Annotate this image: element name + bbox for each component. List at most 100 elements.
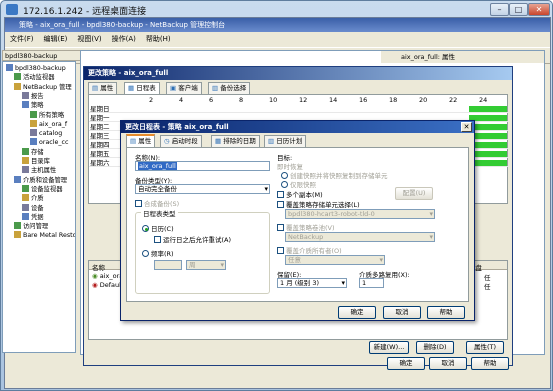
policy-help-button[interactable]: 帮助 [471,357,509,370]
tab-schedules[interactable]: ▦ 日程表 [124,82,160,94]
day-label: 星期二 [90,123,110,131]
change-schedule-dialog: 更改日程表 - 策略 aix_ora_full ✕ ▤ 属性 ◷ 启动时段 ▦ … [120,120,475,321]
tab-backup-selections[interactable]: ▥ 备份选择 [208,82,251,94]
tree-item[interactable]: 活动监视器 [14,73,54,82]
storage-unit-select[interactable]: bpdl380-hcart3-robot-tld-0 [285,209,435,219]
frequency-unit-select[interactable]: 周 [186,260,226,270]
tab-exclude-dates[interactable]: ▦ 排除的日期 [211,135,260,147]
retention-select[interactable]: 1 月 (级别 3) [277,278,347,288]
tree-item-label: 策略 [31,102,44,110]
tree-node-icon [14,82,21,90]
multiple-copies-checkbox[interactable]: 多个副本(M) [277,189,323,199]
tree-item[interactable]: 凭据 [22,212,44,222]
policy-cancel-button[interactable]: 取消 [429,357,467,370]
override-media-owner-checkbox[interactable]: 覆盖介质所有者(O) [277,245,342,255]
tree-item-label: 存储 [31,148,44,156]
tab-calendar-schedule[interactable]: ▥ 日历计划 [264,135,307,147]
tree-node-icon [14,222,21,230]
schedule-window-bar[interactable] [469,106,507,112]
tree-item-label: aix_ora_f [39,120,68,128]
tab-schedule-attributes[interactable]: ▤ 属性 [126,134,156,148]
mdi-tab[interactable]: aix_ora_full: 属性 [381,51,544,63]
schedule-ok-button[interactable]: 确定 [338,306,376,319]
override-storage-checkbox[interactable]: 覆盖策略存储单元选择(L) [277,199,360,209]
tree-item[interactable]: 访问管理 [14,222,48,231]
schedule-attributes-panel: 名称(N): aix_ora_full 备份类型(Y): 自动完全备份 合成备份… [126,147,469,302]
hour-tick-label: 12 [299,96,308,104]
tree-item[interactable]: 策略 [22,101,44,110]
day-row: 星期日 [89,105,509,113]
tree-node-icon [30,110,37,118]
backup-type-select[interactable]: 自动完全备份 [135,184,270,194]
tab-attributes[interactable]: ▤ 属性 [88,82,118,94]
list-item-disk-value: 任 [484,283,491,291]
day-label: 星期五 [90,150,110,158]
menu-edit[interactable]: 编辑(E) [39,32,73,46]
tab-clients[interactable]: ▣ 客户端 [166,82,202,94]
policy-dialog-title: 更改策略 - aix_ora_full [84,67,512,80]
tree-item[interactable]: aix_ora_f [30,119,68,129]
tree-item[interactable]: Bare Metal Resto [14,231,76,240]
day-label: 星期三 [90,132,110,140]
list-header-name: 名称 [92,264,105,272]
tree-item[interactable]: NetBackup 管理 [14,82,72,92]
schedule-cancel-button[interactable]: 取消 [383,306,421,319]
tree-item[interactable]: 目录库 [22,157,50,166]
tree-header: bpdl380-backup [2,50,84,61]
tree-item[interactable]: 介质和设备管理 [14,175,67,185]
tree-item[interactable]: 设备 [22,203,44,213]
override-volume-pool-checkbox[interactable]: 覆盖策略卷池(V) [277,222,335,232]
configure-button[interactable]: 配置(U) [395,187,433,200]
rdp-maximize-button[interactable]: □ [509,3,528,16]
tree-item[interactable]: 介质 [22,194,44,203]
schedule-help-button[interactable]: 帮助 [427,306,465,319]
new-schedule-button[interactable]: 新建(W)... [369,341,409,354]
tree-item-label: 访问管理 [23,223,49,231]
menu-view[interactable]: 视图(V) [72,32,106,46]
frequency-radio[interactable]: 频率(R) [142,248,174,258]
navigation-tree: bpdl380-backup 活动监视器 NetBackup 管理 报告策略 所有策略 a… [2,61,76,353]
tree-item[interactable]: 设备监视器 [22,184,62,194]
menu-help[interactable]: 帮助(H) [141,32,176,46]
frequency-number-input[interactable] [154,260,182,270]
menu-actions[interactable]: 操作(A) [107,32,141,46]
media-owner-select[interactable]: 任意 [285,255,385,265]
retries-after-run-checkbox[interactable]: 运行日之后允许重试(A) [154,234,231,244]
volume-pool-select[interactable]: NetBackup [285,232,435,242]
tree-node-icon [14,175,21,183]
day-label: 星期六 [90,159,110,167]
tree-item[interactable]: 主机属性 [22,166,56,175]
rdp-minimize-button[interactable]: – [490,3,509,16]
multiplexing-stepper[interactable]: 1 [359,278,384,288]
rdp-app-icon [6,4,18,15]
synthetic-backup-checkbox[interactable]: 合成备份(S) [135,198,179,208]
name-input[interactable]: aix_ora_full [135,161,270,171]
tree-node-icon [6,64,13,71]
tree-item-label: Bare Metal Resto [23,232,76,240]
tree-item-label: 设备 [31,204,44,212]
hour-tick-label: 10 [269,96,278,104]
tree-item[interactable]: catalog [30,129,62,138]
hour-tick-label: 14 [329,96,338,104]
rdp-close-button[interactable]: ✕ [528,3,550,16]
schedule-properties-button[interactable]: 属性(T) [466,341,504,354]
calendar-radio[interactable]: 日历(C) [142,223,174,233]
tree-item[interactable]: 所有策略 [30,110,64,120]
tree-node-icon [14,231,21,239]
day-label: 星期日 [90,105,110,113]
close-icon[interactable]: ✕ [461,122,472,132]
policy-ok-button[interactable]: 确定 [387,357,425,370]
snapshot-only-radio[interactable]: 仅限快照 [281,179,316,189]
tree-item-label: 报告 [31,92,44,100]
tree-item[interactable]: oracle_cc [30,138,68,147]
menu-file[interactable]: 文件(F) [5,32,39,46]
tree-item[interactable]: 存储 [22,147,44,157]
delete-schedule-button[interactable]: 删除(D) [416,341,454,354]
tree-node-icon [22,91,29,99]
tree-item[interactable]: bpdl380-backup [6,64,66,73]
tree-item[interactable]: 报告 [22,91,44,101]
tab-start-window[interactable]: ◷ 启动时段 [160,135,202,147]
tree-node-icon [30,119,37,127]
schedule-type-group: 日程表类型 日历(C) 运行日之后允许重试(A) 频率(R) 周 [135,208,270,294]
menu-bar: 文件(F) 编辑(E) 视图(V) 操作(A) 帮助(H) [5,32,550,46]
